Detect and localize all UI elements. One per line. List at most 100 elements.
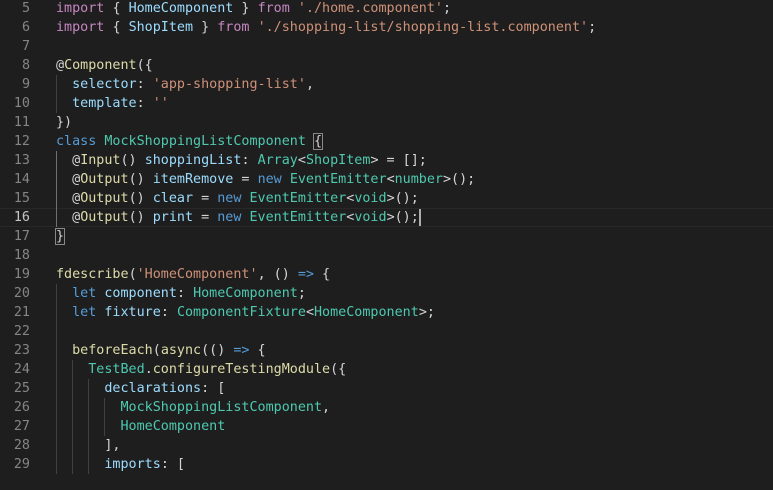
line-number: 15	[13, 191, 30, 206]
code-line-9[interactable]: 9 selector: 'app-shopping-list',	[0, 75, 773, 94]
code-line-16[interactable]: 16 @Output() print = new EventEmitter<vo…	[0, 208, 773, 227]
code-token: ()	[120, 153, 145, 168]
indent-guide	[104, 398, 106, 436]
code-token: ({	[136, 58, 153, 73]
code-token: itemRemove	[152, 172, 234, 187]
code-token: ShopItem	[128, 20, 194, 35]
code-token: fdescribe	[56, 267, 129, 282]
code-line-7[interactable]: 7	[0, 37, 773, 56]
code-line-22[interactable]: 22	[0, 322, 773, 341]
code-line-21[interactable]: 21 let fixture: ComponentFixture<HomeCom…	[0, 303, 773, 322]
code-text: @Input() shoppingList: Array<ShopItem> =…	[56, 151, 427, 170]
code-token: EventEmitter	[249, 210, 347, 225]
line-number: 26	[13, 400, 30, 415]
code-token: =	[193, 210, 218, 225]
code-token: void	[354, 210, 387, 225]
indent-guide	[56, 284, 57, 474]
indent-guide	[56, 151, 57, 227]
code-token: : [	[201, 381, 226, 396]
line-number: 18	[13, 248, 30, 263]
code-token: {	[249, 343, 266, 358]
line-number: 8	[21, 58, 30, 73]
code-token: :	[136, 77, 153, 92]
code-text: beforeEach(async(() => {	[56, 341, 266, 360]
code-token: HomeComponent	[128, 1, 234, 16]
code-line-5[interactable]: 5 import { HomeComponent } from './home.c…	[0, 0, 773, 18]
line-number: 11	[13, 115, 30, 130]
code-token: configureTestingModule	[152, 362, 331, 377]
code-text: let component: HomeComponent;	[56, 284, 306, 303]
code-token: @	[56, 172, 81, 187]
code-token: selector	[72, 77, 137, 92]
line-number: 13	[13, 153, 30, 168]
code-token: './shopping-list/shopping-list.component…	[257, 20, 589, 35]
code-line-13[interactable]: 13 @Input() shoppingList: Array<ShopItem…	[0, 151, 773, 170]
code-token: 'app-shopping-list'	[152, 77, 306, 92]
code-text: MockShoppingListComponent,	[56, 398, 331, 417]
code-text: fdescribe('HomeComponent', () => {	[56, 265, 330, 284]
code-text: import { ShopItem } from './shopping-lis…	[56, 18, 596, 37]
code-token: class	[56, 134, 105, 149]
code-line-19[interactable]: 19 fdescribe('HomeComponent', () => {	[0, 265, 773, 284]
line-number: 17	[13, 229, 30, 244]
code-line-23[interactable]: 23 beforeEach(async(() => {	[0, 341, 773, 360]
code-token: (	[128, 267, 137, 282]
code-line-18[interactable]: 18	[0, 246, 773, 265]
code-token: HomeComponent	[120, 419, 226, 434]
code-line-15[interactable]: 15 @Output() clear = new EventEmitter<vo…	[0, 189, 773, 208]
code-token: template	[72, 96, 137, 111]
code-line-29[interactable]: 29 imports: [	[0, 455, 773, 474]
code-token: shoppingList	[144, 153, 242, 168]
code-token: ;	[588, 20, 597, 35]
code-token: ''	[152, 96, 169, 111]
code-token: print	[152, 210, 194, 225]
code-line-14[interactable]: 14 @Output() itemRemove = new EventEmitt…	[0, 170, 773, 189]
code-token: new	[217, 210, 250, 225]
line-number: 5	[21, 1, 30, 16]
code-line-8[interactable]: 8 @Component({	[0, 56, 773, 75]
code-token: (()	[201, 343, 234, 358]
code-line-10[interactable]: 10 template: ''	[0, 94, 773, 113]
code-line-24[interactable]: 24 TestBed.configureTestingModule({	[0, 360, 773, 379]
code-token: HomeComponent	[193, 286, 298, 301]
code-line-11[interactable]: 11})	[0, 113, 773, 132]
code-editor[interactable]: 5 import { HomeComponent } from './home.c…	[0, 0, 773, 490]
code-line-27[interactable]: 27 HomeComponent	[0, 417, 773, 436]
code-token: @	[56, 58, 65, 73]
code-token: > = [];	[370, 153, 427, 168]
line-number: 22	[13, 324, 30, 339]
code-token: HomeComponent	[314, 305, 419, 320]
code-token: import	[56, 20, 113, 35]
code-text: @Component({	[56, 56, 153, 75]
code-line-12[interactable]: 12 class MockShoppingListComponent {	[0, 132, 773, 151]
code-line-26[interactable]: 26 MockShoppingListComponent,	[0, 398, 773, 417]
code-line-6[interactable]: 6 import { ShopItem } from './shopping-li…	[0, 18, 773, 37]
code-token: void	[354, 191, 387, 206]
code-token: ShopItem	[305, 153, 371, 168]
code-token: }	[233, 1, 258, 16]
code-token: new	[257, 172, 290, 187]
code-line-20[interactable]: 20 let component: HomeComponent;	[0, 284, 773, 303]
code-line-25[interactable]: 25 declarations: [	[0, 379, 773, 398]
code-token: MockShoppingListComponent	[120, 400, 323, 415]
line-number: 25	[13, 381, 30, 396]
code-token: imports	[104, 457, 161, 472]
code-token: fixture	[104, 305, 161, 320]
text-cursor	[418, 209, 421, 226]
code-token: , ()	[257, 267, 298, 282]
code-text: let fixture: ComponentFixture<HomeCompon…	[56, 303, 435, 322]
code-line-17[interactable]: 17}	[0, 227, 773, 246]
code-token: from	[257, 1, 298, 16]
code-text: })	[56, 113, 72, 132]
code-token: ()	[128, 191, 153, 206]
line-number: 12	[13, 134, 30, 149]
code-token: >();	[443, 172, 476, 187]
indent-guide	[72, 360, 74, 474]
code-token: =>	[297, 267, 314, 282]
code-text: declarations: [	[56, 379, 225, 398]
code-line-28[interactable]: 28 ],	[0, 436, 773, 455]
